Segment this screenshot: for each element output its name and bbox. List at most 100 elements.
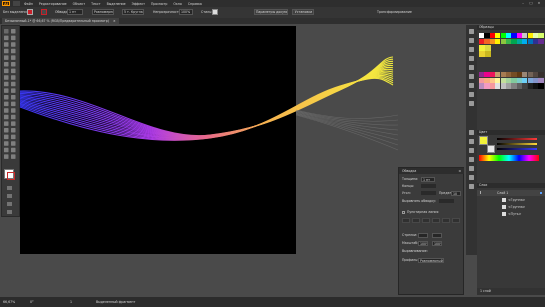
- panel-toggle-icon[interactable]: [469, 92, 474, 97]
- swatch[interactable]: [538, 38, 544, 44]
- swatch[interactable]: [527, 83, 533, 89]
- layer-name: <Группа>: [508, 205, 526, 209]
- swatch[interactable]: [511, 38, 517, 44]
- swatch[interactable]: [500, 77, 506, 83]
- swatch[interactable]: [495, 83, 501, 89]
- green-slider[interactable]: [497, 143, 537, 145]
- panel-toggle-icon[interactable]: [469, 184, 474, 189]
- panel-toggle-icon[interactable]: [469, 148, 474, 153]
- swatch-group[interactable]: [485, 51, 491, 57]
- swatch[interactable]: [484, 83, 490, 89]
- layer-row[interactable]: Слой 1: [477, 190, 545, 196]
- swatch[interactable]: [495, 72, 501, 78]
- panel-toggle-icon[interactable]: [469, 65, 474, 70]
- layer-row[interactable]: <Группа>: [477, 197, 545, 203]
- align-stroke-buttons[interactable]: [439, 199, 454, 203]
- layer-row[interactable]: <Путь>: [477, 211, 545, 217]
- panel-toggle-icon[interactable]: [469, 139, 474, 144]
- eye-icon[interactable]: [480, 191, 484, 194]
- swatch[interactable]: [522, 38, 528, 44]
- swatch[interactable]: [511, 72, 517, 78]
- swatch[interactable]: [538, 83, 544, 89]
- swatch-group[interactable]: [479, 45, 485, 51]
- color-stroke-indicator[interactable]: [487, 145, 495, 153]
- swatch[interactable]: [522, 72, 528, 78]
- layer-thumbnail-icon: [502, 198, 506, 202]
- gap-field[interactable]: [432, 218, 440, 223]
- dash-field[interactable]: [402, 218, 410, 223]
- swatch[interactable]: [538, 77, 544, 83]
- status-bar: 66,67% 0° 1 Выделенный фрагмент: [0, 297, 545, 307]
- panel-toggle-icon[interactable]: [469, 29, 474, 34]
- end-scale-input[interactable]: 100%: [432, 241, 442, 246]
- limit-input[interactable]: 10: [451, 191, 461, 196]
- swatch[interactable]: [484, 33, 490, 39]
- swatch[interactable]: [511, 83, 517, 89]
- red-slider[interactable]: [497, 138, 537, 140]
- swatch-group[interactable]: [485, 45, 491, 51]
- color-fill-indicator[interactable]: [479, 136, 488, 145]
- swatch[interactable]: [495, 38, 501, 44]
- swatch[interactable]: [484, 72, 490, 78]
- end-arrow-select[interactable]: [432, 233, 442, 238]
- panel-toggle-icon[interactable]: [469, 157, 474, 162]
- cap-buttons[interactable]: [421, 184, 436, 188]
- blue-slider[interactable]: [497, 148, 537, 150]
- cap-label: Концы:: [402, 184, 415, 188]
- swatch[interactable]: [527, 72, 533, 78]
- layer-row[interactable]: <Группа>: [477, 204, 545, 210]
- swatch[interactable]: [484, 77, 490, 83]
- swatch[interactable]: [538, 33, 544, 39]
- swatch[interactable]: [495, 33, 501, 39]
- corner-buttons[interactable]: [421, 191, 436, 195]
- swatches-panel-title[interactable]: Образцы: [477, 25, 545, 30]
- panel-toggle-icon[interactable]: [469, 101, 474, 106]
- swatch[interactable]: [522, 83, 528, 89]
- gap-field[interactable]: [452, 218, 460, 223]
- color-spectrum[interactable]: [479, 155, 539, 161]
- swatch[interactable]: [500, 33, 506, 39]
- swatches-grid: [477, 31, 545, 131]
- weight-input[interactable]: 1 пт: [421, 177, 435, 182]
- start-scale-input[interactable]: 100%: [418, 241, 428, 246]
- panel-toggle-icon[interactable]: [469, 130, 474, 135]
- dash-field[interactable]: [422, 218, 430, 223]
- panel-toggle-icon[interactable]: [469, 47, 474, 52]
- layers-panel-title[interactable]: Слои: [477, 183, 545, 188]
- panel-toggle-icon[interactable]: [469, 74, 474, 79]
- layer-thumbnail-icon: [502, 205, 506, 209]
- rotation-value[interactable]: 0°: [30, 299, 34, 305]
- profile-select[interactable]: Равномерный: [418, 258, 444, 263]
- layer-name: Слой 1: [497, 191, 509, 195]
- dash-field[interactable]: [442, 218, 450, 223]
- swatch[interactable]: [500, 83, 506, 89]
- swatch[interactable]: [527, 33, 533, 39]
- zoom-level[interactable]: 66,67%: [3, 299, 15, 305]
- swatch[interactable]: [527, 38, 533, 44]
- panel-toggle-icon[interactable]: [469, 38, 474, 43]
- panel-toggle-icon[interactable]: [469, 166, 474, 171]
- panel-toggle-icon[interactable]: [469, 83, 474, 88]
- swatch[interactable]: [511, 77, 517, 83]
- swatch[interactable]: [500, 38, 506, 44]
- panel-toggle-icon[interactable]: [469, 175, 474, 180]
- arrowheads-label: Стрелки:: [402, 233, 418, 237]
- dashed-line-checkbox[interactable]: [402, 211, 405, 214]
- swatch[interactable]: [484, 38, 490, 44]
- panel-menu-icon[interactable]: ≡: [458, 168, 461, 174]
- color-panel-title[interactable]: Цвет: [477, 130, 545, 135]
- gap-field[interactable]: [412, 218, 420, 223]
- swatch[interactable]: [527, 77, 533, 83]
- start-arrow-select[interactable]: [418, 233, 428, 238]
- swatch[interactable]: [538, 72, 544, 78]
- swatch[interactable]: [500, 72, 506, 78]
- swatch[interactable]: [511, 33, 517, 39]
- wave-line-outside: [295, 112, 399, 136]
- swatch-group[interactable]: [479, 51, 485, 57]
- swatch[interactable]: [495, 77, 501, 83]
- panel-toggle-icon[interactable]: [469, 56, 474, 61]
- stroke-panel-header[interactable]: Обводка ≡: [399, 168, 464, 174]
- swatch[interactable]: [522, 33, 528, 39]
- swatch[interactable]: [522, 77, 528, 83]
- artboard-number[interactable]: 1: [70, 299, 72, 305]
